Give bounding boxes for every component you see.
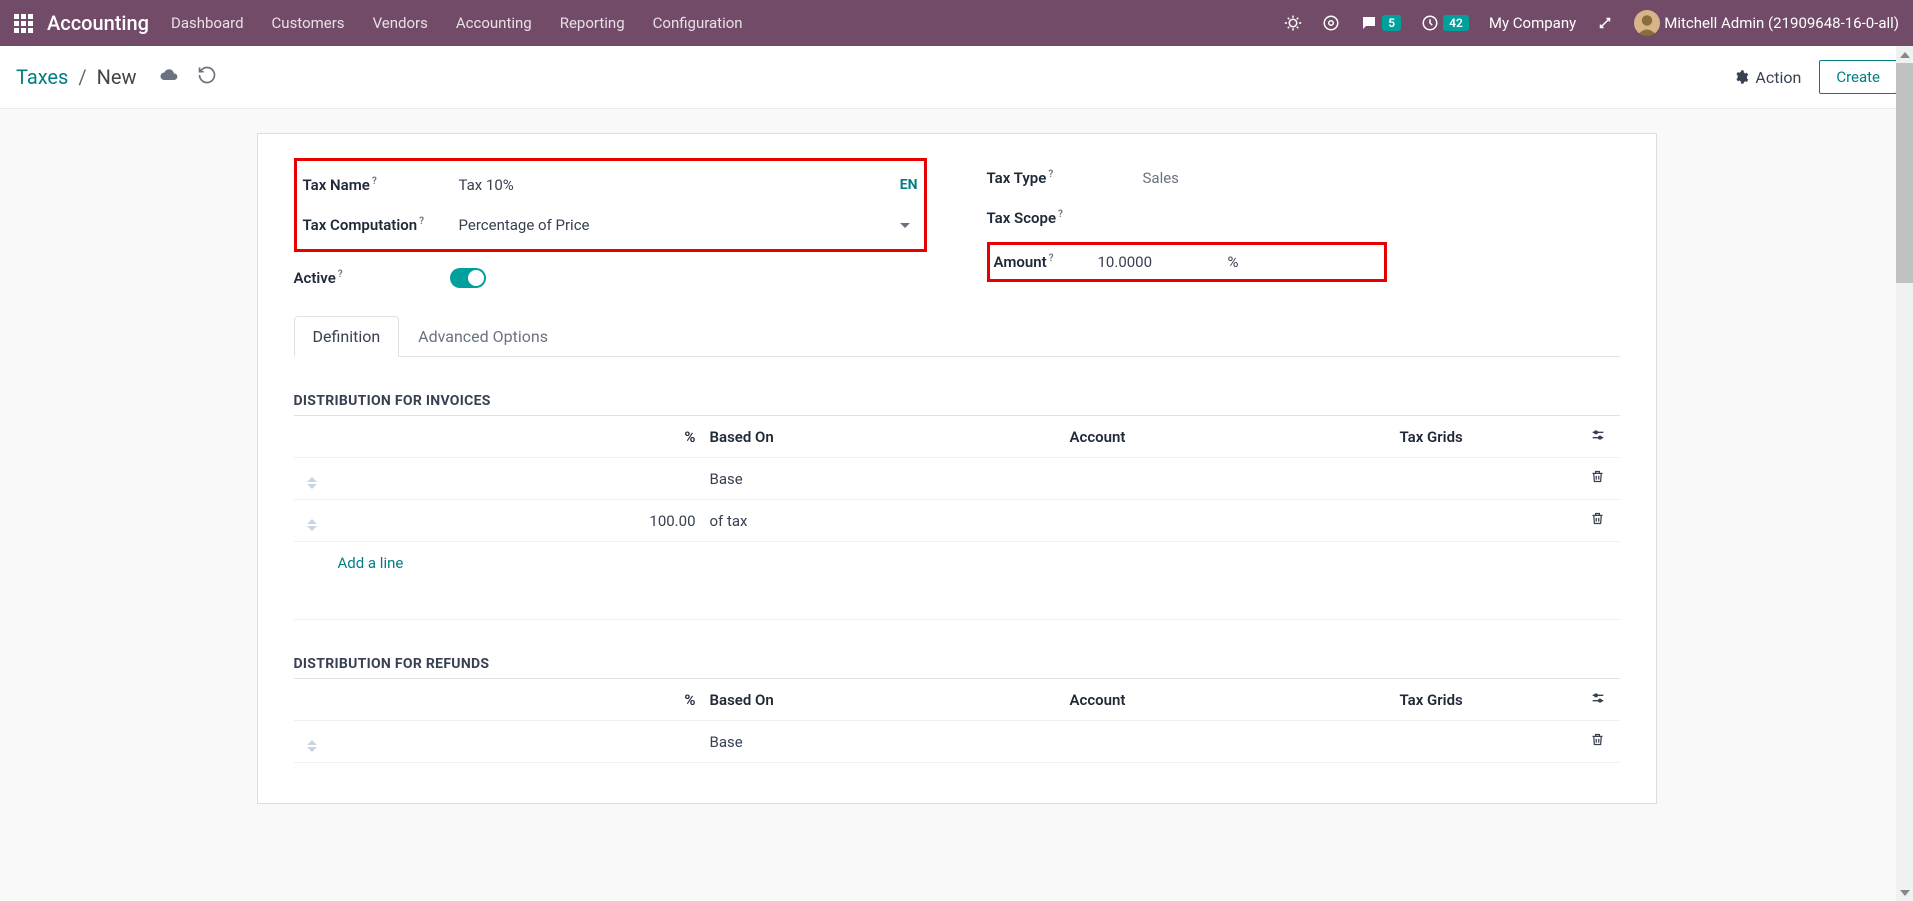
nav-customers[interactable]: Customers — [272, 14, 345, 32]
dist-row[interactable]: 100.00 of tax — [294, 500, 1620, 542]
dist-invoices-section: DISTRIBUTION FOR INVOICES % Based On Acc… — [294, 393, 1620, 620]
breadcrumb-root[interactable]: Taxes — [16, 65, 68, 89]
dist-invoices-head: % Based On Account Tax Grids — [294, 416, 1620, 458]
form-right-col: Tax Type? Sales Tax Scope? Amount? % — [967, 158, 1620, 298]
scroll-down-icon[interactable] — [1896, 884, 1913, 901]
scroll-up-icon[interactable] — [1896, 46, 1913, 63]
discard-icon[interactable] — [197, 65, 217, 90]
scrollbar[interactable] — [1896, 46, 1913, 901]
col-grids: Tax Grids — [1400, 428, 1576, 446]
apps-icon[interactable] — [14, 14, 33, 33]
breadcrumb-current: New — [97, 65, 137, 89]
tax-type-select[interactable]: Sales — [1143, 169, 1620, 187]
debug-icon[interactable] — [1284, 14, 1302, 32]
delete-row-icon[interactable] — [1576, 469, 1620, 488]
nav-right: 5 42 My Company Mitchell Admin (21909648… — [1284, 10, 1899, 36]
drag-handle-icon[interactable] — [307, 519, 317, 531]
nav-links: Dashboard Customers Vendors Accounting R… — [171, 14, 1284, 32]
tab-definition[interactable]: Definition — [294, 316, 400, 357]
breadcrumb-bar: Taxes / New Action Create — [0, 46, 1913, 109]
nav-dashboard[interactable]: Dashboard — [171, 14, 244, 32]
amount-input[interactable] — [1098, 253, 1218, 271]
company-switch[interactable]: My Company — [1489, 14, 1576, 32]
top-navbar: Accounting Dashboard Customers Vendors A… — [0, 0, 1913, 46]
drag-handle-icon[interactable] — [307, 477, 317, 489]
columns-options-icon[interactable] — [1576, 427, 1620, 447]
tabs: Definition Advanced Options — [294, 316, 1620, 357]
col-based: Based On — [710, 691, 1070, 709]
active-toggle[interactable] — [450, 268, 486, 288]
delete-row-icon[interactable] — [1576, 732, 1620, 751]
tools-icon[interactable] — [1596, 14, 1614, 32]
dist-row[interactable]: Base — [294, 721, 1620, 763]
help-icon[interactable]: ? — [419, 216, 424, 227]
tab-advanced[interactable]: Advanced Options — [399, 316, 567, 357]
col-pct: % — [330, 428, 710, 446]
help-icon[interactable]: ? — [1058, 209, 1063, 220]
form-sheet: Tax Name? Tax 10% EN Tax Computation? Pe… — [257, 133, 1657, 804]
support-icon[interactable] — [1322, 14, 1340, 32]
messages-badge: 5 — [1382, 15, 1401, 31]
action-label: Action — [1755, 68, 1801, 87]
create-button[interactable]: Create — [1819, 60, 1897, 94]
drag-handle-icon[interactable] — [307, 740, 317, 752]
columns-options-icon[interactable] — [1576, 690, 1620, 710]
tax-type-label: Tax Type? — [987, 169, 1143, 187]
dist-refunds-title: DISTRIBUTION FOR REFUNDS — [294, 656, 1620, 679]
col-account: Account — [1070, 691, 1400, 709]
app-brand[interactable]: Accounting — [47, 11, 149, 35]
cloud-unsaved-icon[interactable] — [159, 65, 179, 90]
amount-unit: % — [1228, 253, 1239, 271]
gear-icon — [1733, 69, 1749, 85]
scroll-thumb[interactable] — [1896, 63, 1913, 283]
avatar — [1634, 10, 1660, 36]
add-line-invoices[interactable]: Add a line — [294, 542, 1620, 584]
highlight-amount: Amount? % — [987, 242, 1387, 282]
col-account: Account — [1070, 428, 1400, 446]
delete-row-icon[interactable] — [1576, 511, 1620, 530]
col-based: Based On — [710, 428, 1070, 446]
dist-refunds-section: DISTRIBUTION FOR REFUNDS % Based On Acco… — [294, 656, 1620, 763]
nav-reporting[interactable]: Reporting — [560, 14, 625, 32]
breadcrumb-sep: / — [78, 65, 86, 89]
dist-invoices-title: DISTRIBUTION FOR INVOICES — [294, 393, 1620, 416]
tax-scope-label: Tax Scope? — [987, 209, 1143, 227]
tax-computation-select[interactable]: Percentage of Price — [459, 216, 918, 234]
help-icon[interactable]: ? — [1048, 169, 1053, 180]
help-icon[interactable]: ? — [1049, 253, 1054, 264]
dist-row[interactable]: Base — [294, 458, 1620, 500]
messages-icon[interactable]: 5 — [1360, 14, 1401, 32]
col-grids: Tax Grids — [1400, 691, 1576, 709]
lang-badge[interactable]: EN — [900, 177, 918, 193]
amount-label: Amount? — [994, 253, 1098, 271]
nav-configuration[interactable]: Configuration — [653, 14, 743, 32]
chevron-down-icon — [900, 223, 910, 228]
activities-icon[interactable]: 42 — [1421, 14, 1469, 32]
col-pct: % — [330, 691, 710, 709]
username: Mitchell Admin (21909648-16-0-all) — [1664, 14, 1899, 32]
help-icon[interactable]: ? — [338, 269, 343, 280]
action-dropdown[interactable]: Action — [1733, 68, 1801, 87]
active-label: Active? — [294, 269, 450, 287]
user-menu[interactable]: Mitchell Admin (21909648-16-0-all) — [1634, 10, 1899, 36]
nav-vendors[interactable]: Vendors — [373, 14, 428, 32]
tax-name-label: Tax Name? — [303, 176, 459, 194]
dist-refunds-head: % Based On Account Tax Grids — [294, 679, 1620, 721]
help-icon[interactable]: ? — [372, 176, 377, 187]
form-left-col: Tax Name? Tax 10% EN Tax Computation? Pe… — [294, 158, 927, 298]
activities-badge: 42 — [1443, 15, 1469, 31]
nav-accounting[interactable]: Accounting — [456, 14, 532, 32]
tax-computation-label: Tax Computation? — [303, 216, 459, 234]
highlight-tax-name-computation: Tax Name? Tax 10% EN Tax Computation? Pe… — [294, 158, 927, 252]
tax-name-input[interactable]: Tax 10% EN — [459, 176, 918, 194]
